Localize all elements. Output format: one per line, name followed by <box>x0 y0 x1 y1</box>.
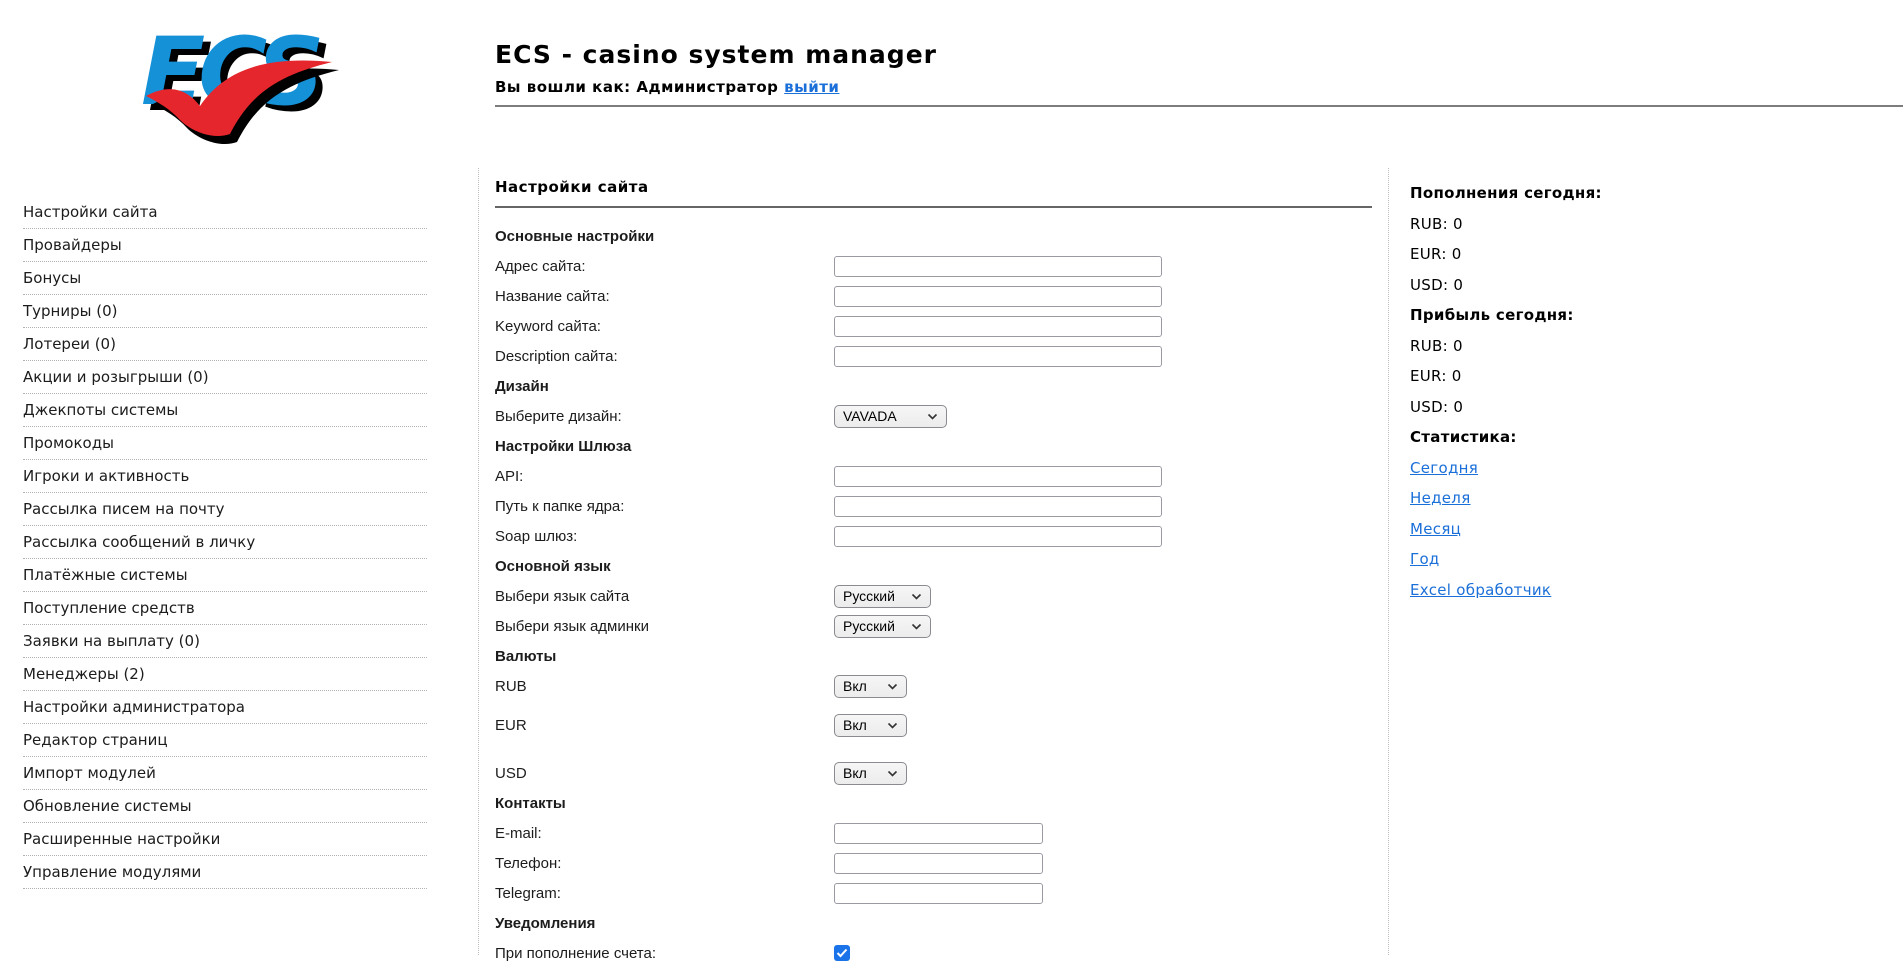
stats-year-link[interactable]: Год <box>1410 550 1440 568</box>
sidebar-item-payout-requests[interactable]: Заявки на выплату (0) <box>23 625 427 658</box>
profit-today-title: Прибыль сегодня: <box>1410 300 1688 331</box>
telegram-input[interactable] <box>834 883 1043 904</box>
sidebar-item-page-editor[interactable]: Редактор страниц <box>23 724 427 757</box>
admin-language-label: Выбери язык админки <box>495 618 834 635</box>
admin-language-select[interactable]: Русский <box>834 615 931 638</box>
page-title: ECS - casino system manager <box>495 40 937 69</box>
stats-month-link[interactable]: Месяц <box>1410 520 1461 538</box>
section-notifications: Уведомления <box>495 915 834 932</box>
design-select[interactable]: VAVADA <box>834 405 947 428</box>
site-description-input[interactable] <box>834 346 1162 367</box>
telegram-label: Telegram: <box>495 885 834 902</box>
section-design: Дизайн <box>495 378 834 395</box>
sidebar-item-email-mailing[interactable]: Рассылка писем на почту <box>23 493 427 526</box>
section-currencies: Валюты <box>495 648 834 665</box>
site-language-value: Русский <box>843 588 895 604</box>
core-path-input[interactable] <box>834 496 1162 517</box>
chevron-down-icon <box>887 683 898 690</box>
rub-toggle-select[interactable]: Вкл <box>834 675 907 698</box>
site-description-label: Description сайта: <box>495 348 834 365</box>
email-label: E-mail: <box>495 825 834 842</box>
sidebar-item-system-update[interactable]: Обновление системы <box>23 790 427 823</box>
usd-toggle-select[interactable]: Вкл <box>834 762 907 785</box>
sidebar-item-module-import[interactable]: Импорт модулей <box>23 757 427 790</box>
stats-excel-link[interactable]: Excel обработчик <box>1410 581 1551 599</box>
eur-toggle-value: Вкл <box>843 717 867 733</box>
core-path-label: Путь к папке ядра: <box>495 498 834 515</box>
statistics-title: Статистика: <box>1410 422 1688 453</box>
site-address-input[interactable] <box>834 256 1162 277</box>
chevron-down-icon <box>911 593 922 600</box>
design-select-value: VAVADA <box>843 408 897 424</box>
site-keyword-label: Keyword сайта: <box>495 318 834 335</box>
site-language-select[interactable]: Русский <box>834 585 931 608</box>
deposits-today-title: Пополнения сегодня: <box>1410 178 1688 209</box>
sidebar-item-bonuses[interactable]: Бонусы <box>23 262 427 295</box>
site-keyword-input[interactable] <box>834 316 1162 337</box>
section-general-settings: Основные настройки <box>495 228 834 245</box>
sidebar-item-managers[interactable]: Менеджеры (2) <box>23 658 427 691</box>
profit-today-usd: USD: 0 <box>1410 392 1688 423</box>
header-divider <box>495 105 1903 107</box>
site-language-label: Выбери язык сайта <box>495 588 834 605</box>
usd-label: USD <box>495 765 834 782</box>
sidebar-item-jackpots[interactable]: Джекпоты системы <box>23 394 427 427</box>
sidebar-item-providers[interactable]: Провайдеры <box>23 229 427 262</box>
login-status-text: Вы вошли как: Администратор <box>495 78 778 96</box>
deposit-notification-checkbox[interactable] <box>834 945 850 961</box>
chevron-down-icon <box>911 623 922 630</box>
sidebar-item-lotteries[interactable]: Лотереи (0) <box>23 328 427 361</box>
sidebar-item-promocodes[interactable]: Промокоды <box>23 427 427 460</box>
design-select-label: Выберите дизайн: <box>495 408 834 425</box>
site-name-label: Название сайта: <box>495 288 834 305</box>
deposits-today-usd: USD: 0 <box>1410 270 1688 301</box>
chevron-down-icon <box>887 722 898 729</box>
site-address-label: Адрес сайта: <box>495 258 834 275</box>
section-main-language: Основной язык <box>495 558 834 575</box>
sidebar-item-site-settings[interactable]: Настройки сайта <box>23 196 427 229</box>
api-input[interactable] <box>834 466 1162 487</box>
phone-input[interactable] <box>834 853 1043 874</box>
sidebar-item-pm-mailing[interactable]: Рассылка сообщений в личку <box>23 526 427 559</box>
admin-language-value: Русский <box>843 618 895 634</box>
sidebar-item-admin-settings[interactable]: Настройки администратора <box>23 691 427 724</box>
profit-today-eur: EUR: 0 <box>1410 361 1688 392</box>
panel-title: Настройки сайта <box>495 178 1374 196</box>
check-icon <box>836 948 848 958</box>
panel-divider <box>495 206 1372 208</box>
eur-toggle-select[interactable]: Вкл <box>834 714 907 737</box>
email-input[interactable] <box>834 823 1043 844</box>
site-settings-panel: Настройки сайта Основные настройки Адрес… <box>478 168 1374 955</box>
ecs-logo[interactable]: ECS ECS <box>132 16 342 148</box>
deposits-today-eur: EUR: 0 <box>1410 239 1688 270</box>
deposit-notification-label: При пополнение счета: <box>495 945 834 962</box>
sidebar-item-module-management[interactable]: Управление модулями <box>23 856 427 889</box>
api-label: API: <box>495 468 834 485</box>
stats-panel: Пополнения сегодня: RUB: 0 EUR: 0 USD: 0… <box>1388 168 1688 955</box>
deposits-today-rub: RUB: 0 <box>1410 209 1688 240</box>
site-name-input[interactable] <box>834 286 1162 307</box>
sidebar-item-players[interactable]: Игроки и активность <box>23 460 427 493</box>
chevron-down-icon <box>927 413 938 420</box>
stats-today-link[interactable]: Сегодня <box>1410 459 1478 477</box>
sidebar-nav: Настройки сайта Провайдеры Бонусы Турнир… <box>23 196 427 889</box>
usd-toggle-value: Вкл <box>843 765 867 781</box>
eur-label: EUR <box>495 717 834 734</box>
profit-today-rub: RUB: 0 <box>1410 331 1688 362</box>
soap-gateway-input[interactable] <box>834 526 1162 547</box>
sidebar-item-payment-systems[interactable]: Платёжные системы <box>23 559 427 592</box>
rub-toggle-value: Вкл <box>843 678 867 694</box>
rub-label: RUB <box>495 678 834 695</box>
logout-link[interactable]: выйти <box>784 78 839 96</box>
chevron-down-icon <box>887 770 898 777</box>
stats-week-link[interactable]: Неделя <box>1410 489 1471 507</box>
section-gateway-settings: Настройки Шлюза <box>495 438 834 455</box>
section-contacts: Контакты <box>495 795 834 812</box>
sidebar-item-incoming-funds[interactable]: Поступление средств <box>23 592 427 625</box>
sidebar-item-advanced-settings[interactable]: Расширенные настройки <box>23 823 427 856</box>
phone-label: Телефон: <box>495 855 834 872</box>
sidebar-item-promotions[interactable]: Акции и розыгрыши (0) <box>23 361 427 394</box>
sidebar-item-tournaments[interactable]: Турниры (0) <box>23 295 427 328</box>
soap-gateway-label: Soap шлюз: <box>495 528 834 545</box>
